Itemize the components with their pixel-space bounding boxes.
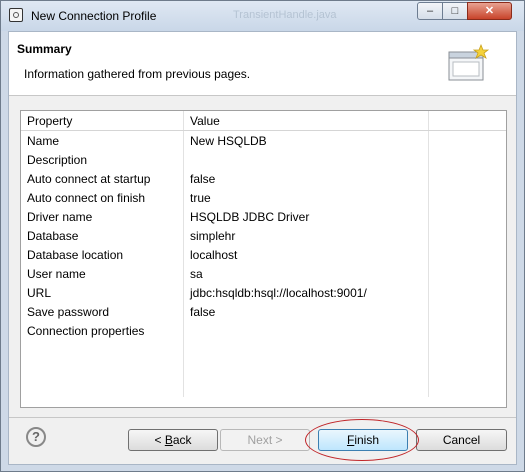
- empty-cell: [429, 169, 507, 188]
- empty-cell: [21, 340, 184, 359]
- empty-cell: [429, 207, 507, 226]
- property-cell: Name: [21, 130, 184, 150]
- back-button-mnemonic: B: [164, 433, 173, 447]
- empty-cell: [429, 226, 507, 245]
- help-icon[interactable]: ?: [26, 427, 46, 447]
- back-button-prefix: <: [154, 433, 165, 447]
- property-cell: Save password: [21, 302, 184, 321]
- empty-cell: [21, 378, 184, 397]
- property-cell: Database location: [21, 245, 184, 264]
- column-header-property[interactable]: Property: [21, 111, 184, 131]
- close-button[interactable]: ✕: [467, 2, 512, 20]
- empty-cell: [183, 340, 429, 359]
- table-row[interactable]: Name New HSQLDB: [21, 130, 507, 151]
- column-header-value[interactable]: Value: [183, 111, 429, 131]
- empty-table-row: [21, 340, 506, 359]
- table-row[interactable]: Driver name HSQLDB JDBC Driver: [21, 207, 506, 226]
- value-cell: [183, 150, 429, 169]
- property-cell: Driver name: [21, 207, 184, 226]
- empty-cell: [429, 321, 507, 340]
- empty-cell: [21, 359, 184, 378]
- property-cell: Database: [21, 226, 184, 245]
- empty-table-row: [21, 359, 506, 378]
- table-row[interactable]: URL jdbc:hsqldb:hsql://localhost:9001/: [21, 283, 506, 302]
- value-cell: localhost: [183, 245, 429, 264]
- empty-cell: [429, 131, 507, 151]
- window-title: New Connection Profile: [31, 9, 157, 23]
- background-window-title: TransientHandle.java: [233, 9, 337, 21]
- page-description: Information gathered from previous pages…: [24, 67, 251, 81]
- empty-cell: [429, 264, 507, 283]
- value-cell: jdbc:hsqldb:hsql://localhost:9001/: [183, 283, 429, 302]
- table-row[interactable]: Auto connect on finish true: [21, 188, 506, 207]
- finish-button-rest: inish: [354, 433, 380, 447]
- back-button[interactable]: < Back: [128, 429, 218, 451]
- empty-cell: [429, 150, 507, 169]
- property-cell: User name: [21, 264, 184, 283]
- empty-cell: [429, 302, 507, 321]
- value-cell: false: [183, 302, 429, 321]
- empty-cell: [429, 359, 507, 378]
- table-row[interactable]: Save password false: [21, 302, 506, 321]
- dialog-client-area: Summary Information gathered from previo…: [8, 31, 517, 465]
- property-cell: Auto connect on finish: [21, 188, 184, 207]
- property-cell: Connection properties: [21, 321, 184, 340]
- finish-button[interactable]: Finish: [318, 429, 408, 451]
- wizard-banner-icon: [448, 44, 489, 81]
- value-cell: true: [183, 188, 429, 207]
- property-cell: Auto connect at startup: [21, 169, 184, 188]
- app-icon: [9, 8, 23, 22]
- empty-cell: [183, 359, 429, 378]
- property-cell: URL: [21, 283, 184, 302]
- value-cell: false: [183, 169, 429, 188]
- table-row[interactable]: Description: [21, 150, 506, 169]
- empty-cell: [183, 378, 429, 397]
- summary-table[interactable]: Property Value Name New HSQLDB Descriptio…: [20, 110, 507, 408]
- back-button-rest: ack: [172, 433, 192, 447]
- table-header-row: Property Value: [21, 111, 506, 131]
- value-cell: sa: [183, 264, 429, 283]
- empty-cell: [429, 283, 507, 302]
- table-row[interactable]: User name sa: [21, 264, 506, 283]
- empty-cell: [429, 245, 507, 264]
- title-bar[interactable]: New Connection Profile TransientHandle.j…: [1, 1, 524, 31]
- value-cell: [183, 321, 429, 340]
- empty-cell: [429, 378, 507, 397]
- footer-separator: [9, 417, 516, 418]
- empty-cell: [429, 340, 507, 359]
- empty-table-row: [21, 378, 506, 397]
- value-cell: simplehr: [183, 226, 429, 245]
- table-row[interactable]: Auto connect at startup false: [21, 169, 506, 188]
- value-cell: HSQLDB JDBC Driver: [183, 207, 429, 226]
- dialog-window: New Connection Profile TransientHandle.j…: [0, 0, 525, 472]
- table-row[interactable]: Connection properties: [21, 321, 506, 340]
- page-title: Summary: [17, 42, 72, 56]
- next-button[interactable]: Next >: [220, 429, 310, 451]
- cancel-button[interactable]: Cancel: [416, 429, 507, 451]
- empty-cell: [429, 188, 507, 207]
- maximize-button[interactable]: □: [442, 2, 468, 20]
- minimize-button[interactable]: –: [417, 2, 443, 20]
- value-cell: New HSQLDB: [183, 130, 429, 150]
- property-cell: Description: [21, 150, 184, 169]
- column-header-extra[interactable]: [428, 111, 506, 131]
- wizard-banner: Summary Information gathered from previo…: [9, 32, 516, 96]
- table-row[interactable]: Database location localhost: [21, 245, 506, 264]
- table-row[interactable]: Database simplehr: [21, 226, 506, 245]
